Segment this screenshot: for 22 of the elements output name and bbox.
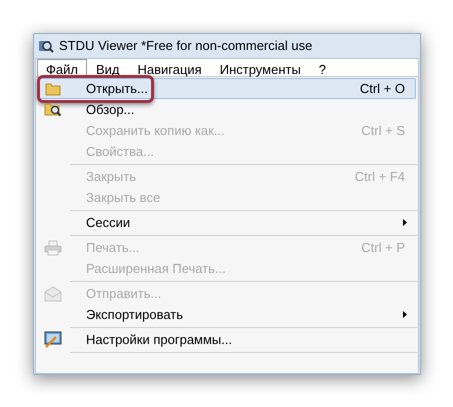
menu-bar-item[interactable]: Файл [37,58,87,78]
folder-magnifier-icon [44,102,62,118]
printer-icon [44,240,62,256]
menu-bar-item[interactable]: Навигация [128,58,211,76]
envelope-icon [44,286,62,302]
folder-icon [45,82,61,96]
settings-icon [44,331,62,348]
menu-bar-item[interactable]: Инструменты [210,58,310,76]
menu-item[interactable]: Сессии [37,212,416,233]
menu-item[interactable]: Настройки программы... [37,329,416,350]
submenu-arrow-icon [403,311,407,318]
window-title: STDU Viewer *Free for non-commercial use [59,37,312,56]
shortcut-label: Ctrl + S [361,122,406,140]
menu-bar-item[interactable]: Вид [86,58,128,76]
submenu-arrow-icon [403,219,407,226]
app-logo-icon [38,38,54,54]
menu-item[interactable]: Экспортировать [37,304,416,325]
shortcut-label: Ctrl + P [361,238,406,257]
menu-item[interactable]: Обзор... [37,99,416,120]
shortcut-label: Ctrl + F4 [354,168,406,186]
menu-bar-item[interactable]: ? [310,58,336,76]
shortcut-label: Ctrl + O [360,80,406,98]
